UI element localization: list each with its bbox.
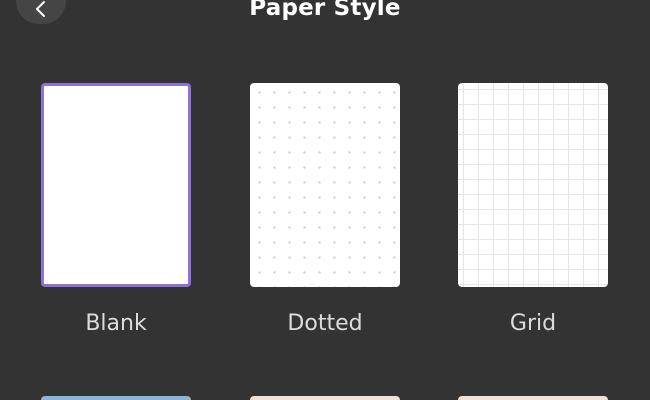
paper-option-peek-2[interactable] <box>250 396 400 400</box>
dotted-paper-preview[interactable] <box>250 83 400 287</box>
blank-paper-preview[interactable] <box>41 83 191 287</box>
paper-label-dotted: Dotted <box>287 311 363 336</box>
paper-option-dotted[interactable]: Dotted <box>250 83 400 343</box>
page-title: Paper Style <box>249 0 401 21</box>
paper-option-grid[interactable]: Grid <box>458 83 608 343</box>
paper-option-peek-1[interactable] <box>41 396 191 400</box>
paper-option-blank[interactable]: Blank <box>41 83 191 343</box>
paper-style-screen: Paper Style Blank Dotted Grid <box>0 0 650 400</box>
paper-label-blank: Blank <box>85 311 147 336</box>
paper-label-grid: Grid <box>509 311 557 336</box>
paper-option-peek-3[interactable] <box>458 396 608 400</box>
grid-paper-preview[interactable] <box>458 83 608 287</box>
